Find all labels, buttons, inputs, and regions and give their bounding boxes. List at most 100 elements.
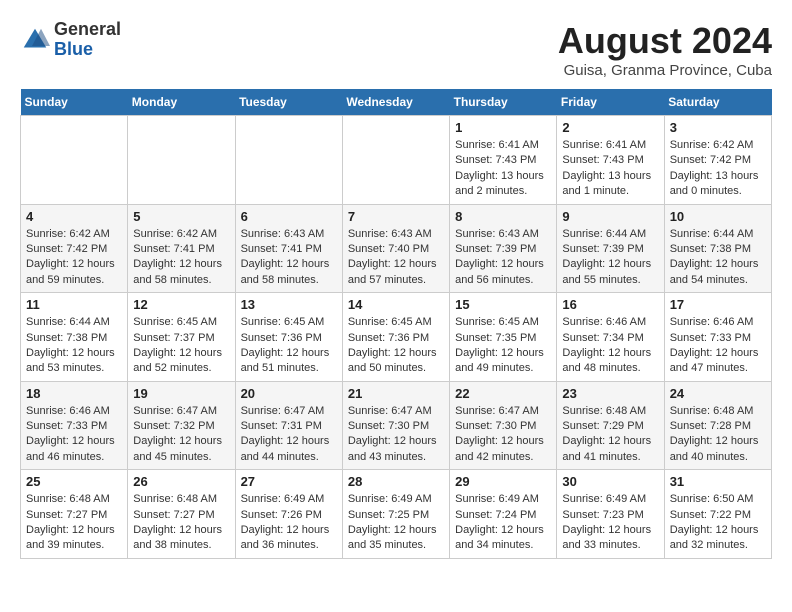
calendar-row: 1 Sunrise: 6:41 AM Sunset: 7:43 PM Daylig… [21, 116, 772, 205]
day-info: Sunrise: 6:42 AM Sunset: 7:42 PM Dayligh… [26, 227, 122, 289]
day-number: 18 [26, 386, 122, 401]
logo: General Blue [20, 20, 121, 60]
day-info: Sunrise: 6:49 AM Sunset: 7:26 PM Dayligh… [241, 492, 337, 554]
calendar-row: 18 Sunrise: 6:46 AM Sunset: 7:33 PM Dayli… [21, 381, 772, 470]
table-row: 10 Sunrise: 6:44 AM Sunset: 7:38 PM Dayli… [664, 204, 771, 293]
calendar-row: 11Sunrise: 6:44 AM Sunset: 7:38 PM Dayli… [21, 293, 772, 382]
col-friday: Friday [557, 89, 664, 116]
table-row: 15Sunrise: 6:45 AM Sunset: 7:35 PM Dayli… [450, 293, 557, 382]
day-info: Sunrise: 6:43 AM Sunset: 7:41 PM Dayligh… [241, 227, 337, 289]
day-info: Sunrise: 6:42 AM Sunset: 7:42 PM Dayligh… [670, 138, 766, 200]
table-row: 3Sunrise: 6:42 AM Sunset: 7:42 PM Daylig… [664, 116, 771, 205]
day-info: Sunrise: 6:44 AM Sunset: 7:39 PM Dayligh… [562, 227, 658, 289]
table-row: 8 Sunrise: 6:43 AM Sunset: 7:39 PM Daylig… [450, 204, 557, 293]
table-row: 6 Sunrise: 6:43 AM Sunset: 7:41 PM Daylig… [235, 204, 342, 293]
day-number: 13 [241, 297, 337, 312]
day-number: 4 [26, 209, 122, 224]
table-row: 20Sunrise: 6:47 AM Sunset: 7:31 PM Dayli… [235, 381, 342, 470]
table-row [342, 116, 449, 205]
col-tuesday: Tuesday [235, 89, 342, 116]
day-number: 9 [562, 209, 658, 224]
day-number: 1 [455, 120, 551, 135]
calendar-row: 4 Sunrise: 6:42 AM Sunset: 7:42 PM Daylig… [21, 204, 772, 293]
header-row: Sunday Monday Tuesday Wednesday Thursday… [21, 89, 772, 116]
day-info: Sunrise: 6:47 AM Sunset: 7:30 PM Dayligh… [455, 404, 551, 466]
day-info: Sunrise: 6:42 AM Sunset: 7:41 PM Dayligh… [133, 227, 229, 289]
table-row: 19Sunrise: 6:47 AM Sunset: 7:32 PM Dayli… [128, 381, 235, 470]
day-info: Sunrise: 6:50 AM Sunset: 7:22 PM Dayligh… [670, 492, 766, 554]
title-area: August 2024 Guisa, Granma Province, Cuba [558, 20, 772, 79]
table-row: 16 Sunrise: 6:46 AM Sunset: 7:34 PM Dayli… [557, 293, 664, 382]
logo-icon [20, 25, 50, 55]
table-row: 9 Sunrise: 6:44 AM Sunset: 7:39 PM Daylig… [557, 204, 664, 293]
table-row: 31 Sunrise: 6:50 AM Sunset: 7:22 PM Dayli… [664, 470, 771, 559]
day-number: 29 [455, 474, 551, 489]
day-number: 8 [455, 209, 551, 224]
day-info: Sunrise: 6:48 AM Sunset: 7:29 PM Dayligh… [562, 404, 658, 466]
table-row: 12 Sunrise: 6:45 AM Sunset: 7:37 PM Dayli… [128, 293, 235, 382]
day-number: 23 [562, 386, 658, 401]
day-info: Sunrise: 6:41 AM Sunset: 7:43 PM Dayligh… [562, 138, 658, 200]
day-info: Sunrise: 6:46 AM Sunset: 7:33 PM Dayligh… [26, 404, 122, 466]
day-info: Sunrise: 6:44 AM Sunset: 7:38 PM Dayligh… [670, 227, 766, 289]
day-number: 14 [348, 297, 444, 312]
page-header: General Blue August 2024 Guisa, Granma P… [20, 20, 772, 79]
day-number: 7 [348, 209, 444, 224]
table-row: 5 Sunrise: 6:42 AM Sunset: 7:41 PM Daylig… [128, 204, 235, 293]
day-info: Sunrise: 6:49 AM Sunset: 7:24 PM Dayligh… [455, 492, 551, 554]
logo-text: General Blue [54, 20, 121, 60]
table-row: 1 Sunrise: 6:41 AM Sunset: 7:43 PM Daylig… [450, 116, 557, 205]
table-row: 2 Sunrise: 6:41 AM Sunset: 7:43 PM Daylig… [557, 116, 664, 205]
table-row: 17 Sunrise: 6:46 AM Sunset: 7:33 PM Dayli… [664, 293, 771, 382]
day-number: 2 [562, 120, 658, 135]
table-row [128, 116, 235, 205]
day-number: 26 [133, 474, 229, 489]
day-number: 20 [241, 386, 337, 401]
table-row: 24Sunrise: 6:48 AM Sunset: 7:28 PM Dayli… [664, 381, 771, 470]
location-subtitle: Guisa, Granma Province, Cuba [558, 62, 772, 79]
day-number: 12 [133, 297, 229, 312]
table-row: 30 Sunrise: 6:49 AM Sunset: 7:23 PM Dayli… [557, 470, 664, 559]
day-number: 5 [133, 209, 229, 224]
calendar-table: Sunday Monday Tuesday Wednesday Thursday… [20, 89, 772, 559]
day-number: 11 [26, 297, 122, 312]
table-row: 27 Sunrise: 6:49 AM Sunset: 7:26 PM Dayli… [235, 470, 342, 559]
col-sunday: Sunday [21, 89, 128, 116]
day-number: 22 [455, 386, 551, 401]
day-number: 25 [26, 474, 122, 489]
day-info: Sunrise: 6:49 AM Sunset: 7:25 PM Dayligh… [348, 492, 444, 554]
day-info: Sunrise: 6:46 AM Sunset: 7:33 PM Dayligh… [670, 315, 766, 377]
col-wednesday: Wednesday [342, 89, 449, 116]
table-row: 25 Sunrise: 6:48 AM Sunset: 7:27 PM Dayli… [21, 470, 128, 559]
day-info: Sunrise: 6:46 AM Sunset: 7:34 PM Dayligh… [562, 315, 658, 377]
day-info: Sunrise: 6:48 AM Sunset: 7:27 PM Dayligh… [26, 492, 122, 554]
day-info: Sunrise: 6:41 AM Sunset: 7:43 PM Dayligh… [455, 138, 551, 200]
col-thursday: Thursday [450, 89, 557, 116]
day-number: 19 [133, 386, 229, 401]
day-info: Sunrise: 6:43 AM Sunset: 7:39 PM Dayligh… [455, 227, 551, 289]
day-number: 16 [562, 297, 658, 312]
day-info: Sunrise: 6:49 AM Sunset: 7:23 PM Dayligh… [562, 492, 658, 554]
day-number: 21 [348, 386, 444, 401]
day-info: Sunrise: 6:45 AM Sunset: 7:37 PM Dayligh… [133, 315, 229, 377]
logo-blue: Blue [54, 40, 121, 60]
calendar-row: 25 Sunrise: 6:48 AM Sunset: 7:27 PM Dayli… [21, 470, 772, 559]
table-row: 26Sunrise: 6:48 AM Sunset: 7:27 PM Dayli… [128, 470, 235, 559]
day-info: Sunrise: 6:48 AM Sunset: 7:28 PM Dayligh… [670, 404, 766, 466]
table-row: 14 Sunrise: 6:45 AM Sunset: 7:36 PM Dayli… [342, 293, 449, 382]
table-row: 4 Sunrise: 6:42 AM Sunset: 7:42 PM Daylig… [21, 204, 128, 293]
day-info: Sunrise: 6:45 AM Sunset: 7:36 PM Dayligh… [348, 315, 444, 377]
month-title: August 2024 [558, 20, 772, 62]
day-number: 17 [670, 297, 766, 312]
day-number: 31 [670, 474, 766, 489]
day-number: 6 [241, 209, 337, 224]
table-row: 7Sunrise: 6:43 AM Sunset: 7:40 PM Daylig… [342, 204, 449, 293]
table-row: 11Sunrise: 6:44 AM Sunset: 7:38 PM Dayli… [21, 293, 128, 382]
day-info: Sunrise: 6:45 AM Sunset: 7:35 PM Dayligh… [455, 315, 551, 377]
day-number: 10 [670, 209, 766, 224]
table-row [21, 116, 128, 205]
day-info: Sunrise: 6:45 AM Sunset: 7:36 PM Dayligh… [241, 315, 337, 377]
table-row: 28Sunrise: 6:49 AM Sunset: 7:25 PM Dayli… [342, 470, 449, 559]
day-number: 27 [241, 474, 337, 489]
day-number: 30 [562, 474, 658, 489]
